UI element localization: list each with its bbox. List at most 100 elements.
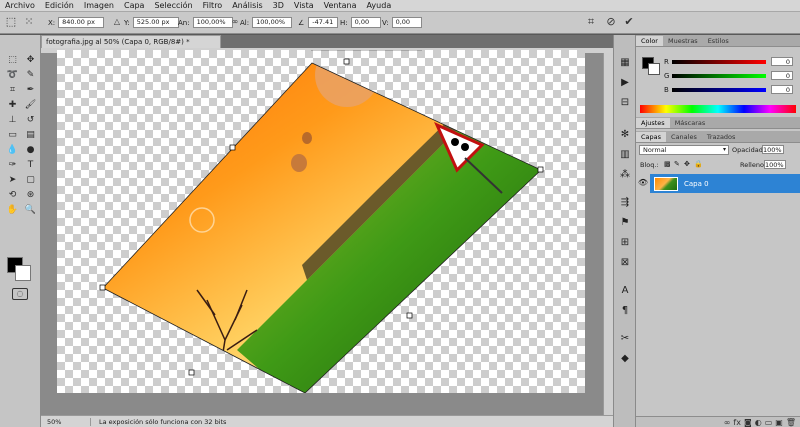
tab-channels[interactable]: Canales xyxy=(666,132,702,142)
warp-mode-icon[interactable]: ⌗ xyxy=(584,15,598,29)
brush-panel-icon[interactable]: ⁂ xyxy=(614,165,636,185)
blend-mode-select[interactable]: Normal ▾ xyxy=(639,145,729,155)
3d-rotate-icon[interactable]: ⟲ xyxy=(4,188,21,202)
link-layers-icon[interactable]: ∞ xyxy=(724,418,731,427)
transform-handle[interactable] xyxy=(229,144,236,151)
opacity-input[interactable]: 100% xyxy=(762,145,784,154)
eyedropper-icon[interactable]: ✒ xyxy=(22,83,39,97)
blue-value[interactable]: 0 xyxy=(771,85,793,94)
vskew-input[interactable]: 0,00 xyxy=(391,17,422,28)
color-spectrum[interactable] xyxy=(640,105,796,113)
3d-panel-icon[interactable]: ◆ xyxy=(614,349,636,369)
menu-capa[interactable]: Capa xyxy=(119,1,149,10)
lock-all-icon[interactable]: 🔒 xyxy=(694,160,703,168)
delete-layer-icon[interactable]: 🗑 xyxy=(786,418,796,427)
actions-panel-icon[interactable]: ▶ xyxy=(614,73,636,93)
history-panel-icon[interactable]: ▦ xyxy=(614,53,636,73)
clone-source-icon[interactable]: ⇶ xyxy=(614,193,636,213)
green-value[interactable]: 0 xyxy=(771,71,793,80)
fill-input[interactable]: 100% xyxy=(764,160,786,169)
transform-handle[interactable] xyxy=(99,284,106,291)
background-color-swatch[interactable] xyxy=(15,265,31,281)
tab-swatches[interactable]: Muestras xyxy=(663,36,703,46)
transform-handle[interactable] xyxy=(188,369,195,376)
3d-camera-icon[interactable]: ⊛ xyxy=(22,188,39,202)
hskew-input[interactable]: 0,00 xyxy=(350,17,381,28)
lock-pixels-icon[interactable]: ✎ xyxy=(674,160,680,168)
tools-panel-icon[interactable]: ✂ xyxy=(614,329,636,349)
eraser-tool-icon[interactable]: ▭ xyxy=(4,128,21,142)
menu-3d[interactable]: 3D xyxy=(268,1,289,10)
lock-position-icon[interactable]: ✥ xyxy=(684,160,690,168)
transform-handle[interactable] xyxy=(343,58,350,65)
red-value[interactable]: 0 xyxy=(771,57,793,66)
quick-mask-icon[interactable]: ◌ xyxy=(12,288,28,300)
document-tab[interactable]: fotografia.jpg al 50% (Capa 0, RGB/8#) * xyxy=(41,35,221,48)
layer-row[interactable]: Capa 0 xyxy=(650,174,800,193)
character-panel-icon[interactable]: A xyxy=(614,281,636,301)
quick-select-icon[interactable]: ✎ xyxy=(22,68,39,82)
vertical-scrollbar[interactable] xyxy=(603,53,613,415)
y-input[interactable]: 525.00 px xyxy=(132,17,179,28)
adjustment-layer-icon[interactable]: ◐ xyxy=(755,418,762,427)
bg-color-chip[interactable] xyxy=(648,63,660,75)
tab-masks[interactable]: Máscaras xyxy=(670,118,711,128)
type-tool-icon[interactable]: T xyxy=(22,158,39,172)
menu-ventana[interactable]: Ventana xyxy=(319,1,362,10)
pen-tool-icon[interactable]: ✑ xyxy=(4,158,21,172)
rotated-photo-layer[interactable] xyxy=(57,49,585,394)
zoom-level[interactable]: 50% xyxy=(41,417,91,426)
commit-transform-icon[interactable]: ✔ xyxy=(622,15,636,29)
dodge-tool-icon[interactable]: ● xyxy=(22,143,39,157)
layer-style-icon[interactable]: fx xyxy=(733,418,741,427)
menu-vista[interactable]: Vista xyxy=(289,1,319,10)
zoom-tool-icon[interactable]: 🔍 xyxy=(22,203,39,217)
blur-tool-icon[interactable]: 💧 xyxy=(4,143,21,157)
menu-analisis[interactable]: Análisis xyxy=(227,1,267,10)
new-layer-icon[interactable]: ▣ xyxy=(775,418,783,427)
width-input[interactable]: 100,00% xyxy=(192,17,233,28)
menu-imagen[interactable]: Imagen xyxy=(79,1,119,10)
paragraph-panel-icon[interactable]: ¶ xyxy=(614,301,636,321)
gradient-tool-icon[interactable]: ▤ xyxy=(22,128,39,142)
menu-archivo[interactable]: Archivo xyxy=(0,1,40,10)
height-input[interactable]: 100,00% xyxy=(252,17,293,28)
transform-handle[interactable] xyxy=(406,312,413,319)
history-brush-icon[interactable]: ↺ xyxy=(22,113,39,127)
path-select-icon[interactable]: ➤ xyxy=(4,173,21,187)
blue-slider[interactable] xyxy=(672,87,766,92)
angle-input[interactable]: -47.41 xyxy=(308,17,339,28)
navigator-panel-icon[interactable]: ⊟ xyxy=(614,93,636,113)
cancel-transform-icon[interactable]: ⊘ xyxy=(604,15,618,29)
crop-tool-icon[interactable]: ⌗ xyxy=(4,83,21,97)
shape-tool-icon[interactable]: ▢ xyxy=(22,173,39,187)
green-slider[interactable] xyxy=(672,73,766,78)
layer-mask-icon[interactable]: ◙ xyxy=(744,418,752,427)
reference-point-icon[interactable]: ⁙ xyxy=(22,15,36,29)
tab-styles[interactable]: Estilos xyxy=(703,36,734,46)
menu-ayuda[interactable]: Ayuda xyxy=(362,1,397,10)
styles-icon[interactable]: ⊞ xyxy=(614,233,636,253)
lock-transparent-icon[interactable]: ▩ xyxy=(664,160,671,168)
brush-tool-icon[interactable]: 🖌 xyxy=(22,98,39,112)
relative-position-icon[interactable]: △ xyxy=(110,15,124,29)
clone-stamp-icon[interactable]: ⊥ xyxy=(4,113,21,127)
move-tool-icon[interactable]: ✥ xyxy=(22,53,39,67)
tab-paths[interactable]: Trazados xyxy=(702,132,741,142)
new-group-icon[interactable]: ▭ xyxy=(765,418,773,427)
menu-seleccion[interactable]: Selección xyxy=(149,1,197,10)
red-slider[interactable] xyxy=(672,59,766,64)
x-input[interactable]: 840.00 px xyxy=(58,17,105,28)
tab-adjustments[interactable]: Ajustes xyxy=(636,118,670,128)
menu-filtro[interactable]: Filtro xyxy=(198,1,228,10)
info-panel-icon[interactable]: ✻ xyxy=(614,125,636,145)
tab-color[interactable]: Color xyxy=(636,36,663,46)
tab-layers[interactable]: Capas xyxy=(636,132,667,142)
histogram-panel-icon[interactable]: ▥ xyxy=(614,145,636,165)
tool-presets-icon[interactable]: ⚑ xyxy=(614,213,636,233)
visibility-eye-icon[interactable]: 👁 xyxy=(637,178,649,189)
transform-handle[interactable] xyxy=(537,166,544,173)
hand-tool-icon[interactable]: ✋ xyxy=(4,203,21,217)
transparent-canvas[interactable] xyxy=(57,49,585,394)
marquee-tool-icon[interactable]: ⬚ xyxy=(4,53,21,67)
